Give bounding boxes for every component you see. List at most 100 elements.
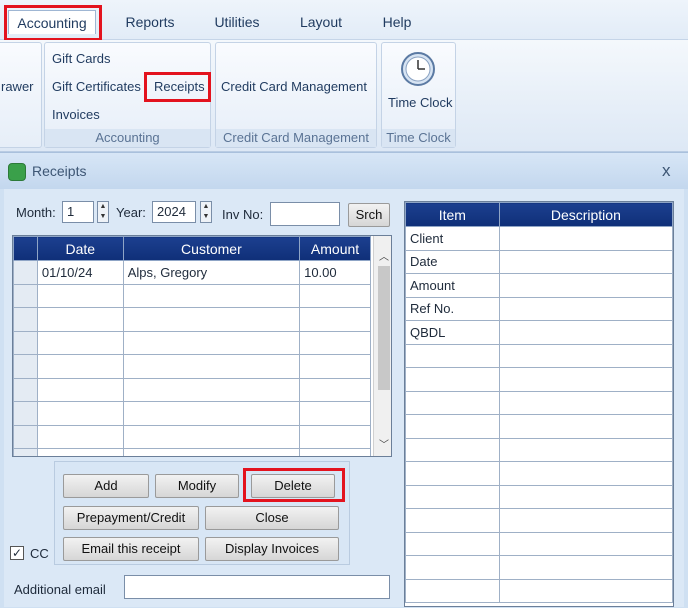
detail-description[interactable] <box>498 414 673 439</box>
table-row[interactable] <box>13 424 371 449</box>
detail-description[interactable] <box>498 555 673 580</box>
table-row[interactable] <box>13 307 371 332</box>
credit-card-management-button[interactable]: Credit Card Management <box>221 79 367 94</box>
scroll-thumb[interactable] <box>378 266 390 390</box>
detail-row[interactable] <box>405 437 673 462</box>
detail-row[interactable] <box>405 578 673 603</box>
menu-reports[interactable]: Reports <box>115 10 185 34</box>
detail-row[interactable] <box>405 414 673 439</box>
detail-row[interactable]: Amount <box>405 273 673 298</box>
drawer-button[interactable]: rawer <box>1 79 34 94</box>
table-row[interactable] <box>13 448 371 456</box>
cell-empty <box>122 448 301 456</box>
modify-button[interactable]: Modify <box>155 474 239 498</box>
table-row[interactable] <box>13 401 371 426</box>
detail-row[interactable] <box>405 484 673 509</box>
display-invoices-button[interactable]: Display Invoices <box>205 537 339 561</box>
invoices-button[interactable]: Invoices <box>52 107 100 122</box>
year-field[interactable]: 2024 <box>152 201 196 223</box>
row-header <box>13 448 38 456</box>
detail-description[interactable] <box>498 578 673 603</box>
menu-accounting[interactable]: Accounting <box>8 10 96 34</box>
detail-description[interactable] <box>498 296 673 321</box>
detail-item <box>405 343 500 368</box>
cell-empty <box>299 424 371 449</box>
col-description[interactable]: Description <box>498 202 673 227</box>
col-date[interactable]: Date <box>36 236 124 261</box>
table-row[interactable]: 01/10/24 Alps, Gregory 10.00 <box>13 260 371 285</box>
time-clock-button[interactable]: Time Clock <box>388 95 453 110</box>
delete-button[interactable]: Delete <box>251 474 335 498</box>
cell-empty <box>36 401 124 426</box>
receipts-scrollbar[interactable]: ︿ ﹀ <box>373 236 391 456</box>
email-receipt-button[interactable]: Email this receipt <box>63 537 199 561</box>
detail-description[interactable] <box>498 320 673 345</box>
detail-description[interactable] <box>498 390 673 415</box>
menu-help[interactable]: Help <box>375 10 419 34</box>
prepayment-credit-button[interactable]: Prepayment/Credit <box>63 506 199 530</box>
row-header-corner <box>13 236 38 261</box>
detail-row[interactable]: Client <box>405 226 673 251</box>
table-row[interactable] <box>13 377 371 402</box>
group-label-credit-card: Credit Card Management <box>216 129 376 147</box>
detail-row[interactable]: Ref No. <box>405 296 673 321</box>
detail-item <box>405 508 500 533</box>
row-header <box>13 283 38 308</box>
detail-description[interactable] <box>498 343 673 368</box>
month-spinner[interactable]: ▲ ▼ <box>97 201 109 223</box>
table-row[interactable] <box>13 283 371 308</box>
table-row[interactable] <box>13 354 371 379</box>
menu-layout[interactable]: Layout <box>290 10 352 34</box>
cell-empty <box>299 307 371 332</box>
scroll-down-icon[interactable]: ﹀ <box>376 436 391 451</box>
gift-certificates-button[interactable]: Gift Certificates <box>52 79 141 94</box>
row-header <box>13 330 38 355</box>
year-spinner[interactable]: ▲ ▼ <box>200 201 212 223</box>
detail-item: QBDL <box>405 320 500 345</box>
search-button[interactable]: Srch <box>348 203 390 227</box>
col-item[interactable]: Item <box>405 202 500 227</box>
detail-description[interactable] <box>498 273 673 298</box>
detail-row[interactable] <box>405 390 673 415</box>
detail-row[interactable] <box>405 367 673 392</box>
year-label: Year: <box>116 205 146 220</box>
inv-no-field[interactable] <box>270 202 340 226</box>
close-button[interactable]: Close <box>205 506 339 530</box>
detail-row[interactable] <box>405 531 673 556</box>
clock-icon <box>400 51 436 87</box>
scroll-up-icon[interactable]: ︿ <box>376 248 391 263</box>
receipts-button[interactable]: Receipts <box>154 79 205 94</box>
cell-empty <box>299 330 371 355</box>
gift-cards-button[interactable]: Gift Cards <box>52 51 111 66</box>
detail-description[interactable] <box>498 531 673 556</box>
cc-checkbox[interactable]: ✓ <box>10 546 24 560</box>
cell-empty <box>299 354 371 379</box>
detail-row[interactable] <box>405 508 673 533</box>
detail-description[interactable] <box>498 461 673 486</box>
additional-email-field[interactable] <box>124 575 390 599</box>
add-button[interactable]: Add <box>63 474 149 498</box>
detail-description[interactable] <box>498 367 673 392</box>
month-field[interactable]: 1 <box>62 201 94 223</box>
receipts-app-icon <box>8 163 26 181</box>
detail-row[interactable] <box>405 461 673 486</box>
detail-row[interactable]: Date <box>405 249 673 274</box>
row-header <box>13 307 38 332</box>
cell-empty <box>122 307 301 332</box>
detail-row[interactable] <box>405 343 673 368</box>
close-window-icon[interactable]: x <box>662 161 671 181</box>
detail-description[interactable] <box>498 508 673 533</box>
receipts-table-header: Date Customer Amount <box>13 236 371 261</box>
detail-description[interactable] <box>498 437 673 462</box>
detail-description[interactable] <box>498 249 673 274</box>
menu-utilities[interactable]: Utilities <box>205 10 269 34</box>
receipts-window: Receipts x Month: 1 ▲ ▼ Year: 2024 ▲ ▼ Inv… <box>0 152 688 608</box>
detail-description[interactable] <box>498 226 673 251</box>
col-amount[interactable]: Amount <box>299 236 371 261</box>
detail-row[interactable]: QBDL <box>405 320 673 345</box>
table-row[interactable] <box>13 330 371 355</box>
detail-row[interactable] <box>405 555 673 580</box>
detail-description[interactable] <box>498 484 673 509</box>
col-customer[interactable]: Customer <box>122 236 301 261</box>
detail-item <box>405 461 500 486</box>
